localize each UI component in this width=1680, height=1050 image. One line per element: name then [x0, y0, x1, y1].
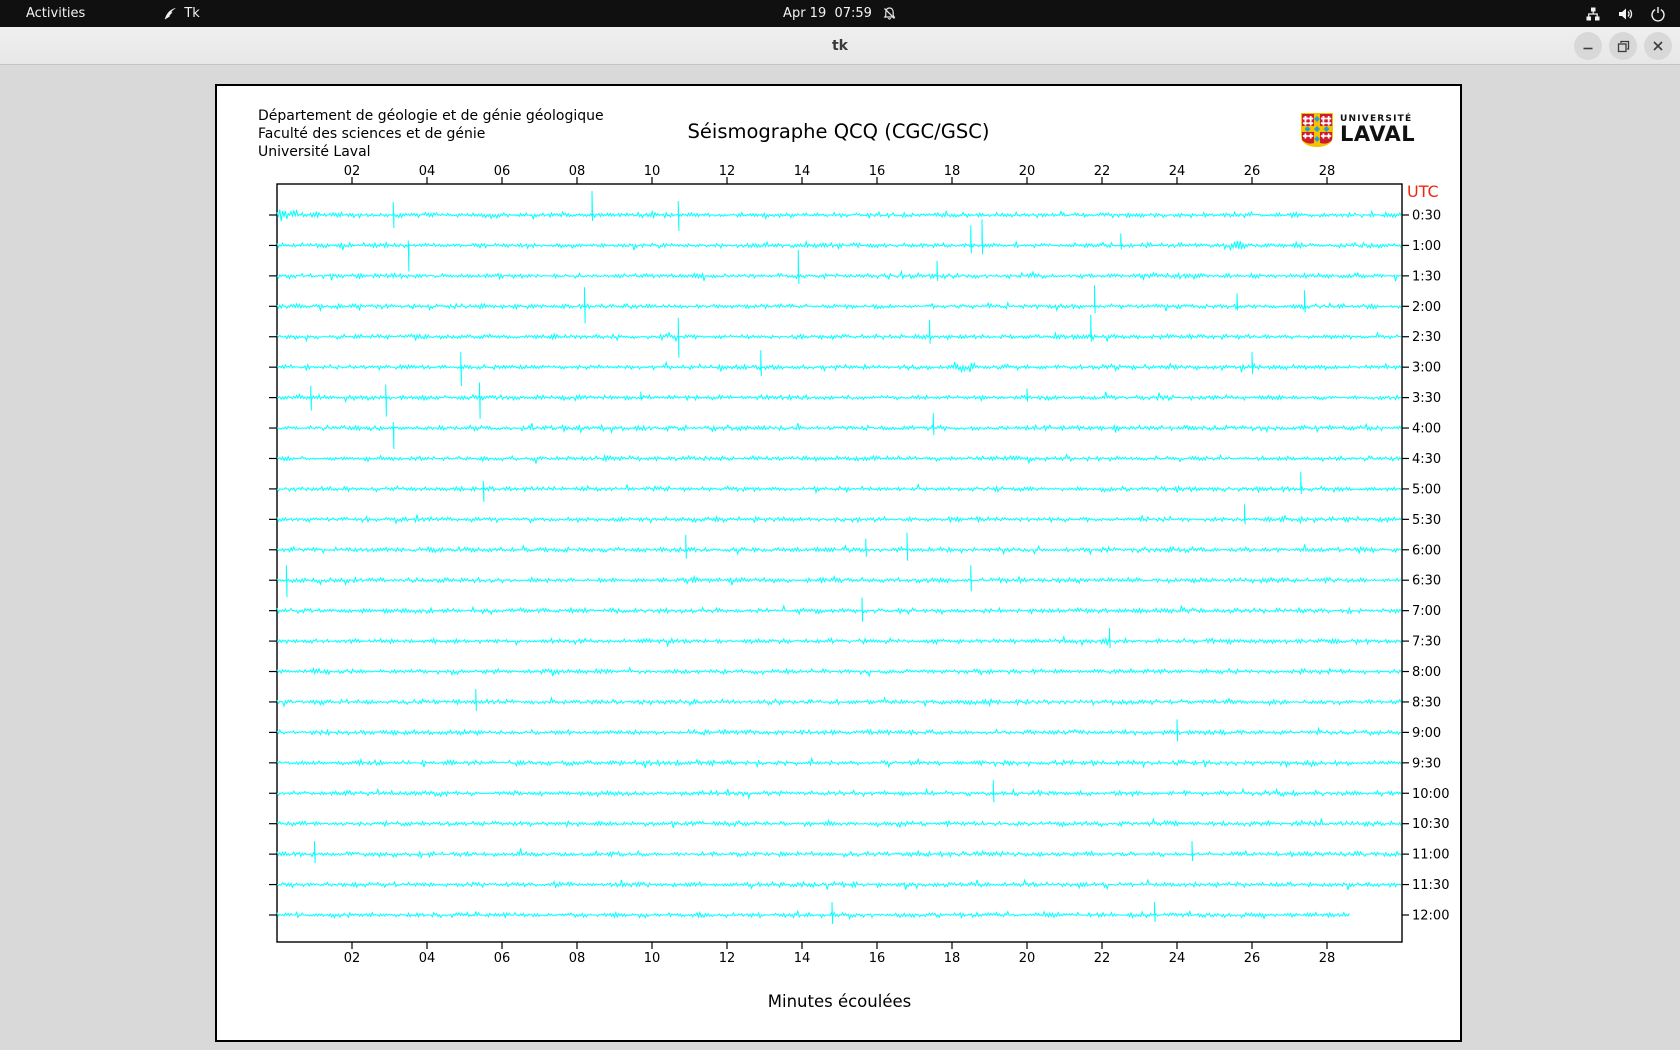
clock[interactable]: Apr 19 07:59 — [783, 6, 872, 21]
svg-text:8:30: 8:30 — [1412, 695, 1441, 710]
seismogram-plot: 02 02 04 04 06 06 08 08 10 10 12 12 14 14 16 16 18 18 20 20… — [269, 164, 1449, 1011]
tk-feather-icon — [163, 6, 178, 21]
svg-text:1:00: 1:00 — [1412, 239, 1441, 254]
volume-icon — [1617, 6, 1634, 22]
window-title: tk — [831, 38, 848, 54]
svg-text:10:30: 10:30 — [1412, 817, 1449, 832]
svg-text:10: 10 — [644, 164, 661, 179]
svg-text:9:30: 9:30 — [1412, 756, 1441, 771]
svg-text:06: 06 — [494, 164, 511, 179]
svg-text:4:00: 4:00 — [1412, 422, 1441, 437]
svg-text:16: 16 — [869, 164, 886, 179]
network-wired-icon — [1585, 6, 1601, 22]
svg-text:2:30: 2:30 — [1412, 330, 1441, 345]
activities-button[interactable]: Activities — [18, 4, 93, 23]
close-button[interactable] — [1644, 32, 1672, 60]
gnome-top-bar: Activities Tk Apr 19 07:59 — [0, 0, 1680, 27]
svg-text:1:30: 1:30 — [1412, 269, 1441, 284]
svg-text:08: 08 — [569, 951, 586, 966]
svg-text:5:00: 5:00 — [1412, 482, 1441, 497]
svg-text:18: 18 — [944, 164, 961, 179]
svg-text:24: 24 — [1169, 951, 1186, 966]
svg-text:04: 04 — [419, 951, 436, 966]
svg-text:4:30: 4:30 — [1412, 452, 1441, 467]
maximize-button[interactable] — [1609, 32, 1637, 60]
svg-text:22: 22 — [1094, 951, 1111, 966]
svg-text:08: 08 — [569, 164, 586, 179]
svg-text:11:30: 11:30 — [1412, 878, 1449, 893]
svg-text:10: 10 — [644, 951, 661, 966]
svg-text:3:30: 3:30 — [1412, 391, 1441, 406]
svg-text:12: 12 — [719, 164, 736, 179]
svg-text:26: 26 — [1244, 951, 1261, 966]
svg-text:0:30: 0:30 — [1412, 209, 1441, 224]
svg-text:12:00: 12:00 — [1412, 909, 1449, 924]
svg-text:6:00: 6:00 — [1412, 543, 1441, 558]
svg-text:9:00: 9:00 — [1412, 726, 1441, 741]
tk-app-canvas: Département de géologie et de génie géol… — [0, 66, 1680, 1050]
svg-text:10:00: 10:00 — [1412, 787, 1449, 802]
svg-text:Minutes écoulées: Minutes écoulées — [768, 992, 911, 1011]
svg-text:6:30: 6:30 — [1412, 574, 1441, 589]
svg-text:22: 22 — [1094, 164, 1111, 179]
minimize-button[interactable] — [1574, 32, 1602, 60]
svg-text:18: 18 — [944, 951, 961, 966]
svg-text:12: 12 — [719, 951, 736, 966]
app-indicator-tk[interactable]: Tk — [163, 6, 200, 21]
svg-text:20: 20 — [1019, 951, 1036, 966]
svg-text:02: 02 — [344, 951, 361, 966]
svg-text:7:00: 7:00 — [1412, 604, 1441, 619]
svg-text:11:00: 11:00 — [1412, 848, 1449, 863]
svg-text:14: 14 — [794, 164, 811, 179]
power-icon — [1650, 6, 1666, 22]
svg-text:06: 06 — [494, 951, 511, 966]
svg-text:3:00: 3:00 — [1412, 361, 1441, 376]
svg-text:26: 26 — [1244, 164, 1261, 179]
svg-text:24: 24 — [1169, 164, 1186, 179]
svg-text:14: 14 — [794, 951, 811, 966]
svg-text:2:00: 2:00 — [1412, 300, 1441, 315]
svg-text:5:30: 5:30 — [1412, 513, 1441, 528]
svg-text:UTC: UTC — [1407, 182, 1439, 201]
app-indicator-label: Tk — [184, 6, 200, 21]
svg-text:7:30: 7:30 — [1412, 635, 1441, 650]
svg-text:20: 20 — [1019, 164, 1036, 179]
svg-text:8:00: 8:00 — [1412, 665, 1441, 680]
svg-text:02: 02 — [344, 164, 361, 179]
svg-text:28: 28 — [1319, 951, 1336, 966]
notifications-disabled-bell-icon — [882, 6, 897, 21]
svg-text:16: 16 — [869, 951, 886, 966]
svg-text:28: 28 — [1319, 164, 1336, 179]
window-titlebar[interactable]: tk — [0, 27, 1680, 65]
seismograph-document: Département de géologie et de génie géol… — [215, 84, 1462, 1042]
svg-text:04: 04 — [419, 164, 436, 179]
system-status-area[interactable] — [1585, 0, 1666, 27]
